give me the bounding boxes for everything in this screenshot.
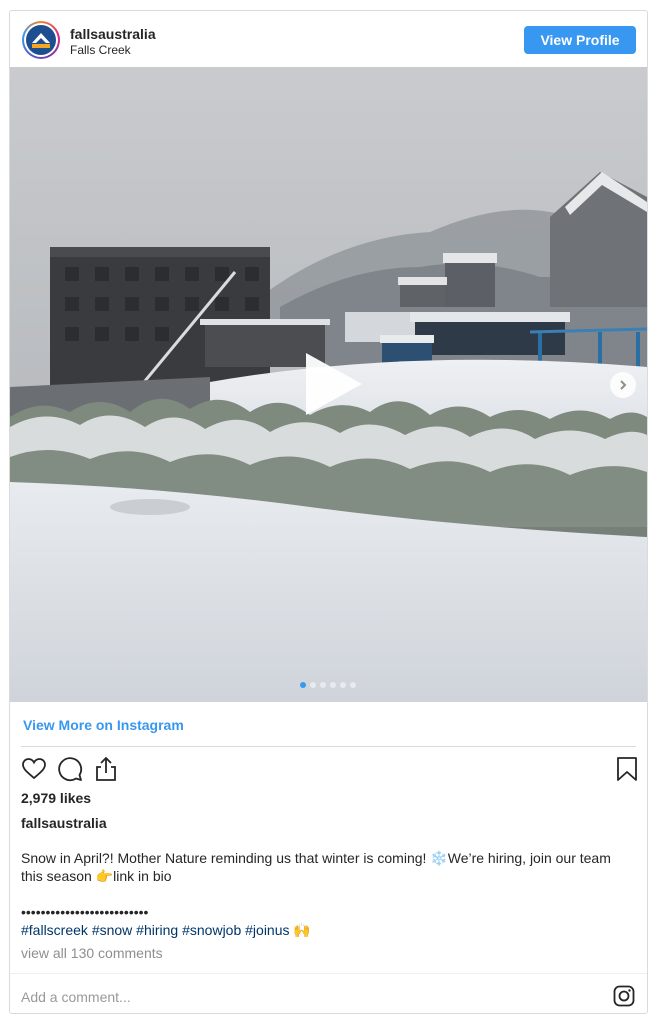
avatar[interactable] bbox=[22, 21, 60, 59]
post-location[interactable]: Falls Creek bbox=[70, 43, 131, 57]
post-header: fallsaustralia Falls Creek View Profile bbox=[10, 11, 647, 67]
action-bar bbox=[21, 756, 637, 782]
divider bbox=[10, 973, 647, 974]
carousel-dot bbox=[320, 682, 326, 688]
carousel-dot bbox=[310, 682, 316, 688]
post-media-video[interactable] bbox=[10, 67, 647, 702]
heart-icon[interactable] bbox=[21, 756, 47, 782]
likes-count[interactable]: 2,979 likes bbox=[21, 790, 91, 806]
hashtag-link[interactable]: #snow bbox=[92, 922, 132, 938]
carousel-dot bbox=[330, 682, 336, 688]
comment-icon[interactable] bbox=[57, 756, 83, 782]
divider bbox=[21, 746, 636, 747]
hashtag-link[interactable]: #joinus bbox=[245, 922, 289, 938]
chevron-right-icon[interactable] bbox=[610, 372, 636, 398]
view-all-comments-link[interactable]: view all 130 comments bbox=[21, 945, 163, 961]
instagram-logo-icon[interactable] bbox=[613, 985, 635, 1007]
hashtag-link[interactable]: #snowjob bbox=[182, 922, 241, 938]
view-more-on-instagram-link[interactable]: View More on Instagram bbox=[23, 717, 184, 733]
hashtags: #fallscreek #snow #hiring #snowjob #join… bbox=[21, 921, 311, 939]
raised-hands-emoji: 🙌 bbox=[293, 922, 311, 938]
view-profile-button[interactable]: View Profile bbox=[524, 26, 636, 54]
add-comment-input[interactable] bbox=[21, 987, 581, 1007]
caption-dots: •••••••••••••••••••••••••• bbox=[21, 904, 149, 920]
caption-text: Snow in April?! Mother Nature reminding … bbox=[21, 850, 611, 884]
profile-username[interactable]: fallsaustralia bbox=[70, 26, 156, 42]
carousel-dot bbox=[300, 682, 306, 688]
play-icon[interactable] bbox=[296, 349, 366, 419]
caption-username[interactable]: fallsaustralia bbox=[21, 815, 107, 831]
falls-creek-logo-icon bbox=[26, 25, 56, 55]
instagram-embed-card: fallsaustralia Falls Creek View Profile bbox=[9, 10, 648, 1014]
carousel-dot bbox=[340, 682, 346, 688]
carousel-dot bbox=[350, 682, 356, 688]
carousel-indicator bbox=[300, 682, 356, 688]
bookmark-icon[interactable] bbox=[614, 756, 640, 782]
share-icon[interactable] bbox=[93, 756, 119, 782]
hashtag-link[interactable]: #hiring bbox=[136, 922, 178, 938]
hashtag-link[interactable]: #fallscreek bbox=[21, 922, 88, 938]
